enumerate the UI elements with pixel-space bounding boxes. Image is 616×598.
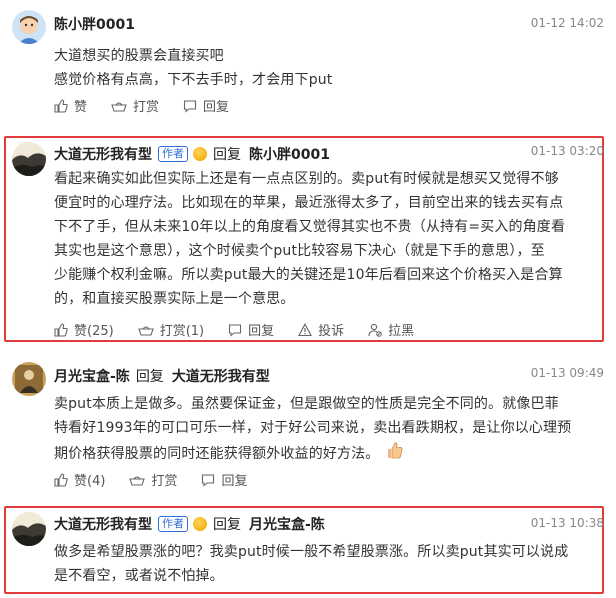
tip-button[interactable]: 打赏 [129,470,177,489]
comment-header: 月光宝盒-陈 回复 大道无形我有型 [54,366,270,386]
like-button[interactable]: 赞(25) [54,320,114,339]
like-button[interactable]: 赞(4) [54,470,105,489]
thumbs-up-icon [54,98,68,113]
comment-line: 期价格获得股票的同时还能获得额外收益的好方法。 [54,440,571,468]
reply-button[interactable]: 回复 [228,320,274,339]
avatar[interactable] [12,10,46,44]
thumbs-up-icon [54,472,68,487]
comment-header: 大道无形我有型 作者 回复 陈小胖0001 [54,144,330,164]
comment-header: 陈小胖0001 [54,14,135,34]
reply-bubble-icon [202,473,215,487]
block-button[interactable]: 拉黑 [368,320,414,339]
reply-bubble-icon [183,99,197,113]
reply-word: 回复 [213,517,241,533]
avatar-cartoon-icon [12,10,46,44]
comment-2: 大道无形我有型 作者 回复 陈小胖0001 01-13 03:20 看起来确实如… [0,136,616,344]
reply-target-username[interactable]: 月光宝盒-陈 [249,514,325,534]
comment-body: 做多是希望股票涨的吧？我卖put时候一般不希望股票涨。所以卖put其实可以说成 … [54,540,568,588]
username[interactable]: 月光宝盒-陈 [54,366,130,386]
reply-word: 回复 [213,147,241,163]
reply-button[interactable]: 回复 [201,470,247,489]
tip-bowl-icon [137,325,154,336]
comment-line: 看起来确实如此但实际上还是有一点点区别的。卖put有时候就是想买又觉得不够 [54,171,559,187]
tip-bowl-icon [111,101,127,112]
gold-badge-icon [193,517,207,531]
avatar-landscape-icon [12,142,46,176]
tip-bowl-icon [129,475,146,486]
comment-actions: 赞(4) 打赏 回复 [54,470,271,489]
username[interactable]: 陈小胖0001 [54,14,135,34]
gold-badge-icon [193,147,207,161]
comment-actions: 赞(25) 打赏(1) 回复 投诉 拉黑 [54,320,438,339]
reply-bubble-icon [229,323,242,337]
comment-line: 感觉价格有点高，下不去手时，才会用下put [54,72,333,88]
author-tag: 作者 [158,516,188,532]
timestamp: 01-13 10:38 [530,516,604,530]
comment-body: 卖put本质上是做多。虽然要保证金，但是跟做空的性质是完全不同的。就像巴菲 特看… [54,392,571,468]
like-button[interactable]: 赞 [54,96,87,115]
reply-target-username[interactable]: 陈小胖0001 [249,144,330,164]
comment-line: 做多是希望股票涨的吧？我卖put时候一般不希望股票涨。所以卖put其实可以说成 [54,544,569,560]
reply-word: 回复 [135,369,164,385]
thumbs-up-emoji-icon [385,440,405,468]
reply-target-username[interactable]: 大道无形我有型 [172,366,270,386]
comment-line: 特看好1993年的可口可乐一样，对于好公司来说，卖出看跌期权，是让你以心理预 [54,420,572,436]
tip-button[interactable]: 打赏(1) [137,320,204,339]
comment-line: 下不了手，但从未来10年以上的角度看又觉得其实也不贵（从持有=买入的角度看 [54,219,566,235]
comment-line: 少能赚个权利金嘛。所以卖put最大的关键还是10年后看回来这个价格买入是合算 [54,267,563,283]
comment-body: 看起来确实如此但实际上还是有一点点区别的。卖put有时候就是想买又觉得不够 便宜… [54,167,565,311]
author-tag: 作者 [158,146,188,162]
comment-header: 大道无形我有型 作者 回复 月光宝盒-陈 [54,514,325,534]
comment-actions: 赞 打赏 回复 [54,96,253,115]
warning-icon [298,322,313,336]
comment-1: 陈小胖0001 01-12 14:02 大道想买的股票会直接买吧 感觉价格有点高… [0,0,616,124]
avatar[interactable] [12,512,46,546]
comment-line: 便宜时的心理疗法。比如现在的苹果，最近涨得太多了，目前空出来的钱去买有点 [54,195,564,211]
comment-4: 大道无形我有型 作者 回复 月光宝盒-陈 01-13 10:38 做多是希望股票… [0,506,616,598]
comment-line: 是不看空，或者说不怕掉。 [54,568,224,584]
timestamp: 01-12 14:02 [530,16,604,30]
comment-line: 大道想买的股票会直接买吧 [54,48,224,64]
avatar[interactable] [12,142,46,176]
comment-line: 的，和直接买股票实际上是一个意思。 [54,291,295,307]
username[interactable]: 大道无形我有型 [54,144,152,164]
timestamp: 01-13 09:49 [530,366,604,380]
comment-line: 卖put本质上是做多。虽然要保证金，但是跟做空的性质是完全不同的。就像巴菲 [54,396,559,412]
avatar-landscape-icon [12,512,46,546]
comment-line: 其实也是这个意思），这个时候卖个put比较容易下决心（就是下手的意思），至 [54,243,545,259]
avatar[interactable] [12,362,46,396]
tip-button[interactable]: 打赏 [111,96,159,115]
username[interactable]: 大道无形我有型 [54,514,152,534]
timestamp: 01-13 03:20 [530,144,604,158]
comment-3: 月光宝盒-陈 回复 大道无形我有型 01-13 09:49 卖put本质上是做多… [0,354,616,494]
reply-button[interactable]: 回复 [183,96,229,115]
block-user-icon [368,323,382,337]
comment-body: 大道想买的股票会直接买吧 感觉价格有点高，下不去手时，才会用下put [54,44,332,92]
avatar-figure-icon [12,362,46,396]
report-button[interactable]: 投诉 [298,320,344,339]
thumbs-up-icon [54,322,68,337]
